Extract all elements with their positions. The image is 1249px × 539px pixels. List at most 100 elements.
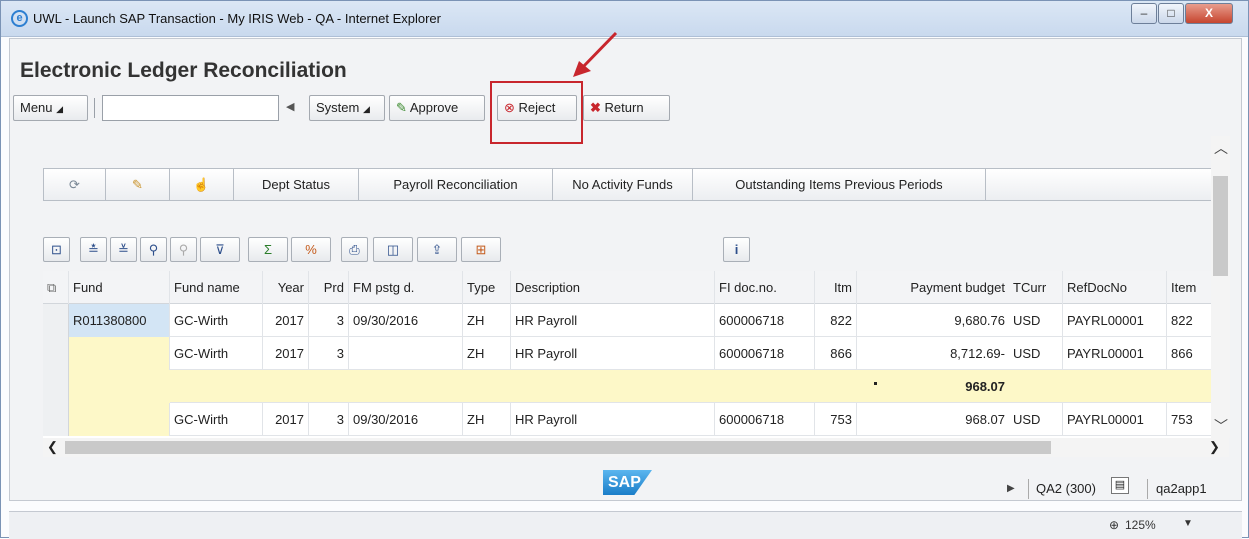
minimize-button[interactable]: –: [1131, 3, 1157, 24]
cell-refdoc[interactable]: PAYRL00001: [1063, 337, 1167, 370]
cell-item[interactable]: 866: [1167, 337, 1213, 370]
cell-fund[interactable]: [69, 403, 170, 436]
layout-icon[interactable]: ⊞: [461, 237, 501, 262]
col-fund[interactable]: Fund: [69, 271, 170, 304]
cell-tcurr[interactable]: USD: [1009, 337, 1063, 370]
table-row[interactable]: R011380800 GC-Wirth 2017 3 09/30/2016 ZH…: [43, 304, 1213, 337]
col-type[interactable]: Type: [463, 271, 511, 304]
cell-prd[interactable]: 3: [309, 337, 349, 370]
cell-year[interactable]: 2017: [263, 403, 309, 436]
cell-tcurr[interactable]: USD: [1009, 403, 1063, 436]
close-button[interactable]: X: [1185, 3, 1233, 24]
maximize-button[interactable]: □: [1158, 3, 1184, 24]
edit-icon[interactable]: ✎: [106, 169, 170, 200]
col-year[interactable]: Year: [263, 271, 309, 304]
col-prd[interactable]: Prd: [309, 271, 349, 304]
cell-refdoc[interactable]: PAYRL00001: [1063, 403, 1167, 436]
export-icon[interactable]: ⇪: [417, 237, 457, 262]
filter-icon[interactable]: ⊽: [200, 237, 240, 262]
hscroll-thumb[interactable]: [65, 441, 1051, 454]
cell-itm[interactable]: 866: [815, 337, 857, 370]
subtotal-icon[interactable]: %: [291, 237, 331, 262]
cell-payment[interactable]: 9,680.76: [857, 304, 1009, 337]
cell-year[interactable]: 2017: [263, 304, 309, 337]
vertical-scrollbar[interactable]: ︿ ﹀: [1211, 136, 1230, 438]
cell-fi-doc[interactable]: 600006718: [715, 403, 815, 436]
zoom-level[interactable]: 125%: [1125, 518, 1156, 532]
cell-item[interactable]: 753: [1167, 403, 1213, 436]
row-selector[interactable]: [43, 337, 69, 370]
row-selector[interactable]: [43, 304, 69, 337]
cell-fund-name[interactable]: GC-Wirth: [170, 403, 263, 436]
col-payment-budget[interactable]: Payment budget: [857, 271, 1009, 304]
views-icon[interactable]: ◫: [373, 237, 413, 262]
table-row[interactable]: GC-Wirth 2017 3 ZH HR Payroll 600006718 …: [43, 337, 1213, 370]
cell-prd[interactable]: 3: [309, 403, 349, 436]
cell-description[interactable]: HR Payroll: [511, 304, 715, 337]
cell-payment[interactable]: 8,712.69-: [857, 337, 1009, 370]
cell-fund[interactable]: R011380800: [69, 304, 170, 337]
cell-year[interactable]: 2017: [263, 337, 309, 370]
cell-fm-pstg[interactable]: 09/30/2016: [349, 403, 463, 436]
zoom-dropdown-icon[interactable]: ▼: [1183, 518, 1193, 529]
cell-fund[interactable]: [69, 337, 170, 370]
cell-item[interactable]: 822: [1167, 304, 1213, 337]
cell-itm[interactable]: 822: [815, 304, 857, 337]
cell-prd[interactable]: 3: [309, 304, 349, 337]
cell-itm[interactable]: 753: [815, 403, 857, 436]
cell-type[interactable]: ZH: [463, 337, 511, 370]
cell-description[interactable]: HR Payroll: [511, 337, 715, 370]
tab-no-activity-funds[interactable]: No Activity Funds: [553, 169, 693, 200]
cell-fund-name[interactable]: GC-Wirth: [170, 337, 263, 370]
system-menu-button[interactable]: System ◢: [309, 95, 385, 121]
scroll-down-icon[interactable]: ﹀: [1214, 416, 1228, 436]
cell-fund-name[interactable]: GC-Wirth: [170, 304, 263, 337]
tab-payroll-reconciliation[interactable]: Payroll Reconciliation: [359, 169, 553, 200]
horizontal-scrollbar[interactable]: ❮ ❯: [43, 438, 1229, 457]
col-itm[interactable]: Itm: [815, 271, 857, 304]
details-icon[interactable]: ⊡: [43, 237, 70, 262]
info-icon[interactable]: i: [723, 237, 750, 262]
print-icon[interactable]: ⎙: [341, 237, 368, 262]
history-arrow-icon[interactable]: ◀: [286, 100, 294, 113]
session-icon[interactable]: ▤: [1111, 477, 1129, 494]
find-next-icon[interactable]: ⚲: [170, 237, 197, 262]
col-tcurr[interactable]: TCurr: [1009, 271, 1063, 304]
cell-type[interactable]: ZH: [463, 403, 511, 436]
cell-type[interactable]: ZH: [463, 304, 511, 337]
scroll-right-icon[interactable]: ❯: [1209, 439, 1220, 455]
cell-payment[interactable]: 968.07: [857, 403, 1009, 436]
cell-refdoc[interactable]: PAYRL00001: [1063, 304, 1167, 337]
command-field[interactable]: [102, 95, 279, 121]
find-icon[interactable]: ⚲: [140, 237, 167, 262]
col-fund-name[interactable]: Fund name: [170, 271, 263, 304]
col-fi-doc[interactable]: FI doc.no.: [715, 271, 815, 304]
hand-icon[interactable]: ☝: [170, 169, 234, 200]
approve-button[interactable]: ✎ Approve: [389, 95, 485, 121]
cell-fm-pstg[interactable]: [349, 337, 463, 370]
col-fm-pstg[interactable]: FM pstg d.: [349, 271, 463, 304]
table-row[interactable]: GC-Wirth 2017 3 09/30/2016 ZH HR Payroll…: [43, 403, 1213, 436]
cell-description[interactable]: HR Payroll: [511, 403, 715, 436]
col-description[interactable]: Description: [511, 271, 715, 304]
total-icon[interactable]: Σ: [248, 237, 288, 262]
row-selector[interactable]: [43, 403, 69, 436]
scroll-up-icon[interactable]: ︿: [1214, 138, 1228, 158]
tab-dept-status[interactable]: Dept Status: [234, 169, 359, 200]
select-all-icon[interactable]: ⧉: [43, 271, 69, 304]
tab-outstanding-items[interactable]: Outstanding Items Previous Periods: [693, 169, 986, 200]
menu-button[interactable]: Menu ◢: [13, 95, 88, 121]
sort-ascending-icon[interactable]: ≛: [80, 237, 107, 262]
scroll-thumb[interactable]: [1213, 176, 1228, 276]
cell-fi-doc[interactable]: 600006718: [715, 304, 815, 337]
col-refdocno[interactable]: RefDocNo: [1063, 271, 1167, 304]
col-item[interactable]: Item: [1167, 271, 1213, 304]
row-selector[interactable]: [43, 370, 69, 403]
refresh-icon[interactable]: ⟳: [44, 169, 106, 200]
return-button[interactable]: ✖ Return: [583, 95, 670, 121]
sort-descending-icon[interactable]: ≚: [110, 237, 137, 262]
scroll-left-icon[interactable]: ❮: [47, 439, 58, 455]
cell-fi-doc[interactable]: 600006718: [715, 337, 815, 370]
cell-fm-pstg[interactable]: 09/30/2016: [349, 304, 463, 337]
expand-status-icon[interactable]: ▶: [1007, 483, 1015, 494]
